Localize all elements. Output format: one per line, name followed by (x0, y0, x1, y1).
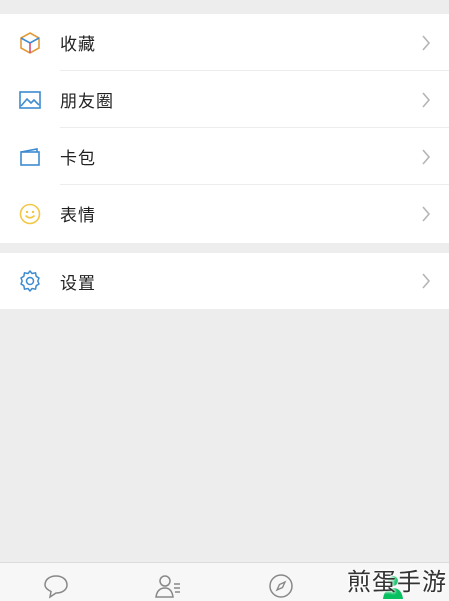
chat-bubble-icon[interactable] (43, 573, 69, 599)
menu-item-label: 设置 (60, 273, 96, 294)
top-spacer (0, 0, 449, 14)
menu-item-stickers[interactable]: 表情 (0, 185, 449, 242)
picture-icon (18, 88, 42, 112)
menu-item-settings[interactable]: 设置 (0, 253, 449, 309)
menu-item-favorites[interactable]: 收藏 (0, 14, 449, 71)
menu-item-label: 卡包 (60, 149, 96, 169)
menu-card: 收藏 朋友圈 卡包 表情 (0, 14, 449, 243)
gear-icon (18, 269, 42, 293)
menu-item-moments[interactable]: 朋友圈 (0, 71, 449, 128)
card-wallet-icon (18, 145, 42, 169)
chevron-right-icon (422, 91, 431, 108)
cube-icon (18, 31, 42, 55)
chevron-right-icon (422, 273, 431, 289)
watermark: 煎蛋手游 (347, 568, 447, 596)
menu-item-label: 朋友圈 (60, 92, 114, 112)
compass-icon[interactable] (268, 573, 294, 599)
chevron-right-icon (422, 148, 431, 165)
settings-card: 设置 (0, 253, 449, 309)
chevron-right-icon (422, 205, 431, 222)
contacts-icon[interactable] (155, 573, 181, 599)
menu-item-label: 表情 (60, 206, 96, 226)
smiley-icon (18, 202, 42, 226)
chevron-right-icon (422, 34, 431, 51)
menu-item-cards[interactable]: 卡包 (0, 128, 449, 185)
menu-item-label: 收藏 (60, 35, 96, 55)
